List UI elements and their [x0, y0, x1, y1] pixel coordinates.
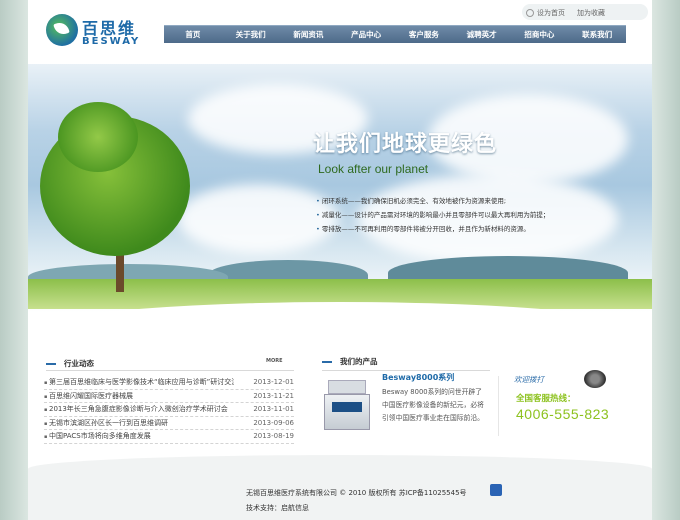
right-side-background [652, 0, 680, 520]
product-description: Besway 8000系列的问世开辟了中国医疗影像设备的新纪元，必将引领中国医疗… [382, 388, 484, 422]
news-item-date: 2013-12-01 [253, 378, 294, 386]
news-item[interactable]: 2013年长三角急腹症影像诊断与介入微创治疗学术研讨会 2013-11-01 [44, 403, 294, 417]
tree-crown-top [58, 102, 138, 172]
nav-item-home[interactable]: 首页 [164, 26, 222, 43]
products-heading: 我们的产品 [322, 354, 378, 370]
police-badge-icon[interactable] [490, 484, 502, 496]
products-heading-text: 我们的产品 [340, 357, 378, 366]
news-divider [46, 370, 294, 371]
page-container: 百思维 BESWAY 设为首页 加为收藏 首页 关于我们 新闻资讯 产品中心 客… [28, 0, 652, 520]
footer-support: 技术支持：启航信息 [246, 504, 309, 512]
site-logo[interactable]: 百思维 BESWAY [46, 14, 166, 50]
set-homepage-link[interactable]: 设为首页 [526, 8, 565, 18]
products-divider [322, 370, 490, 371]
banner-subtitle: Look after our planet [318, 162, 429, 176]
add-favorite-link[interactable]: 加为收藏 [577, 8, 605, 18]
banner-bullet: 闭环系统——我们确保旧机必须完全、有效地被作为资源来使用; [316, 194, 549, 208]
product-image[interactable] [318, 376, 376, 434]
news-item-date: 2013-11-01 [253, 405, 294, 413]
footer-copyright: 无锡百思维医疗系统有限公司 © 2010 版权所有 苏ICP备11025545号 [246, 489, 467, 497]
news-list: 第三届百思维临床与医学影像技术“临床应用与诊断”研讨交流会2013-12-01 … [44, 376, 294, 444]
news-item-title[interactable]: 中国PACS市场将向多维角度发展 [44, 430, 234, 443]
news-more-button[interactable]: MORE [266, 358, 283, 364]
news-item-title[interactable]: 2013年长三角急腹症影像诊断与介入微创治疗学术研讨会 [44, 403, 234, 416]
news-item-title[interactable]: 第三届百思维临床与医学影像技术“临床应用与诊断”研讨交流会 [44, 376, 234, 389]
hero-banner: 让我们地球更绿色 Look after our planet 闭环系统——我们确… [28, 64, 652, 334]
phone-icon [584, 370, 606, 388]
heading-marker [322, 361, 332, 363]
printer-body [324, 394, 370, 430]
printer-panel [332, 402, 362, 412]
news-item-date: 2013-11-21 [253, 391, 294, 400]
banner-title: 让我们地球更绿色 [313, 132, 498, 157]
banner-bullet: 减量化——设计的产品需对环境的影响最小并且零部件可以最大再利用为前提； [316, 208, 550, 222]
set-homepage-label: 设为首页 [537, 9, 565, 17]
hotline-number: 4006-555-823 [516, 406, 610, 422]
cloud-shape [178, 184, 338, 254]
section-divider [498, 376, 499, 436]
banner-bullets: 闭环系统——我们确保旧机必须完全、有效地被作为资源来使用; 减量化——设计的产品… [316, 194, 550, 236]
news-item[interactable]: 中国PACS市场将向多维角度发展 2013-08-19 [44, 430, 294, 444]
news-item-title[interactable]: 无锡市滨湖区孙区长一行到百思维调研 [44, 417, 234, 430]
banner-bullet: 零排放——不可再利用的零部件将被分开回收，并且作为新材料的资源。 [316, 222, 549, 236]
nav-item-careers[interactable]: 诚聘英才 [453, 26, 511, 43]
news-item[interactable]: 百思维闪耀国际医疗器械展 2013-11-21 [44, 390, 294, 403]
printer-top [328, 380, 366, 394]
news-item[interactable]: 无锡市滨湖区孙区长一行到百思维调研 2013-09-06 [44, 417, 294, 430]
logo-mark-icon [46, 14, 78, 46]
nav-item-about[interactable]: 关于我们 [222, 26, 280, 43]
news-heading-text: 行业动态 [64, 359, 94, 368]
product-name[interactable]: Besway8000系列 [382, 372, 454, 383]
nav-item-products[interactable]: 产品中心 [337, 26, 395, 43]
nav-item-contact[interactable]: 联系我们 [568, 26, 626, 43]
news-item-title[interactable]: 百思维闪耀国际医疗器械展 [44, 390, 234, 403]
add-favorite-label: 加为收藏 [577, 9, 605, 17]
heading-marker [46, 363, 56, 365]
news-item-date: 2013-09-06 [253, 418, 294, 427]
nav-item-service[interactable]: 客户服务 [395, 26, 453, 43]
logo-english-text: BESWAY [82, 36, 141, 47]
news-item-date: 2013-08-19 [253, 432, 294, 440]
home-icon [526, 9, 534, 17]
news-item[interactable]: 第三届百思维临床与医学影像技术“临床应用与诊断”研讨交流会 2013-12-01 [44, 376, 294, 390]
nav-item-news[interactable]: 新闻资讯 [280, 26, 338, 43]
nav-item-investment[interactable]: 招商中心 [511, 26, 569, 43]
hotline-label: 全国客服热线： [516, 394, 576, 404]
main-nav: 首页 关于我们 新闻资讯 产品中心 客户服务 诚聘英才 招商中心 联系我们 [164, 25, 626, 43]
service-welcome: 欢迎拨打 [514, 375, 544, 384]
left-side-background [0, 0, 28, 520]
top-links: 设为首页 加为收藏 [526, 6, 605, 20]
